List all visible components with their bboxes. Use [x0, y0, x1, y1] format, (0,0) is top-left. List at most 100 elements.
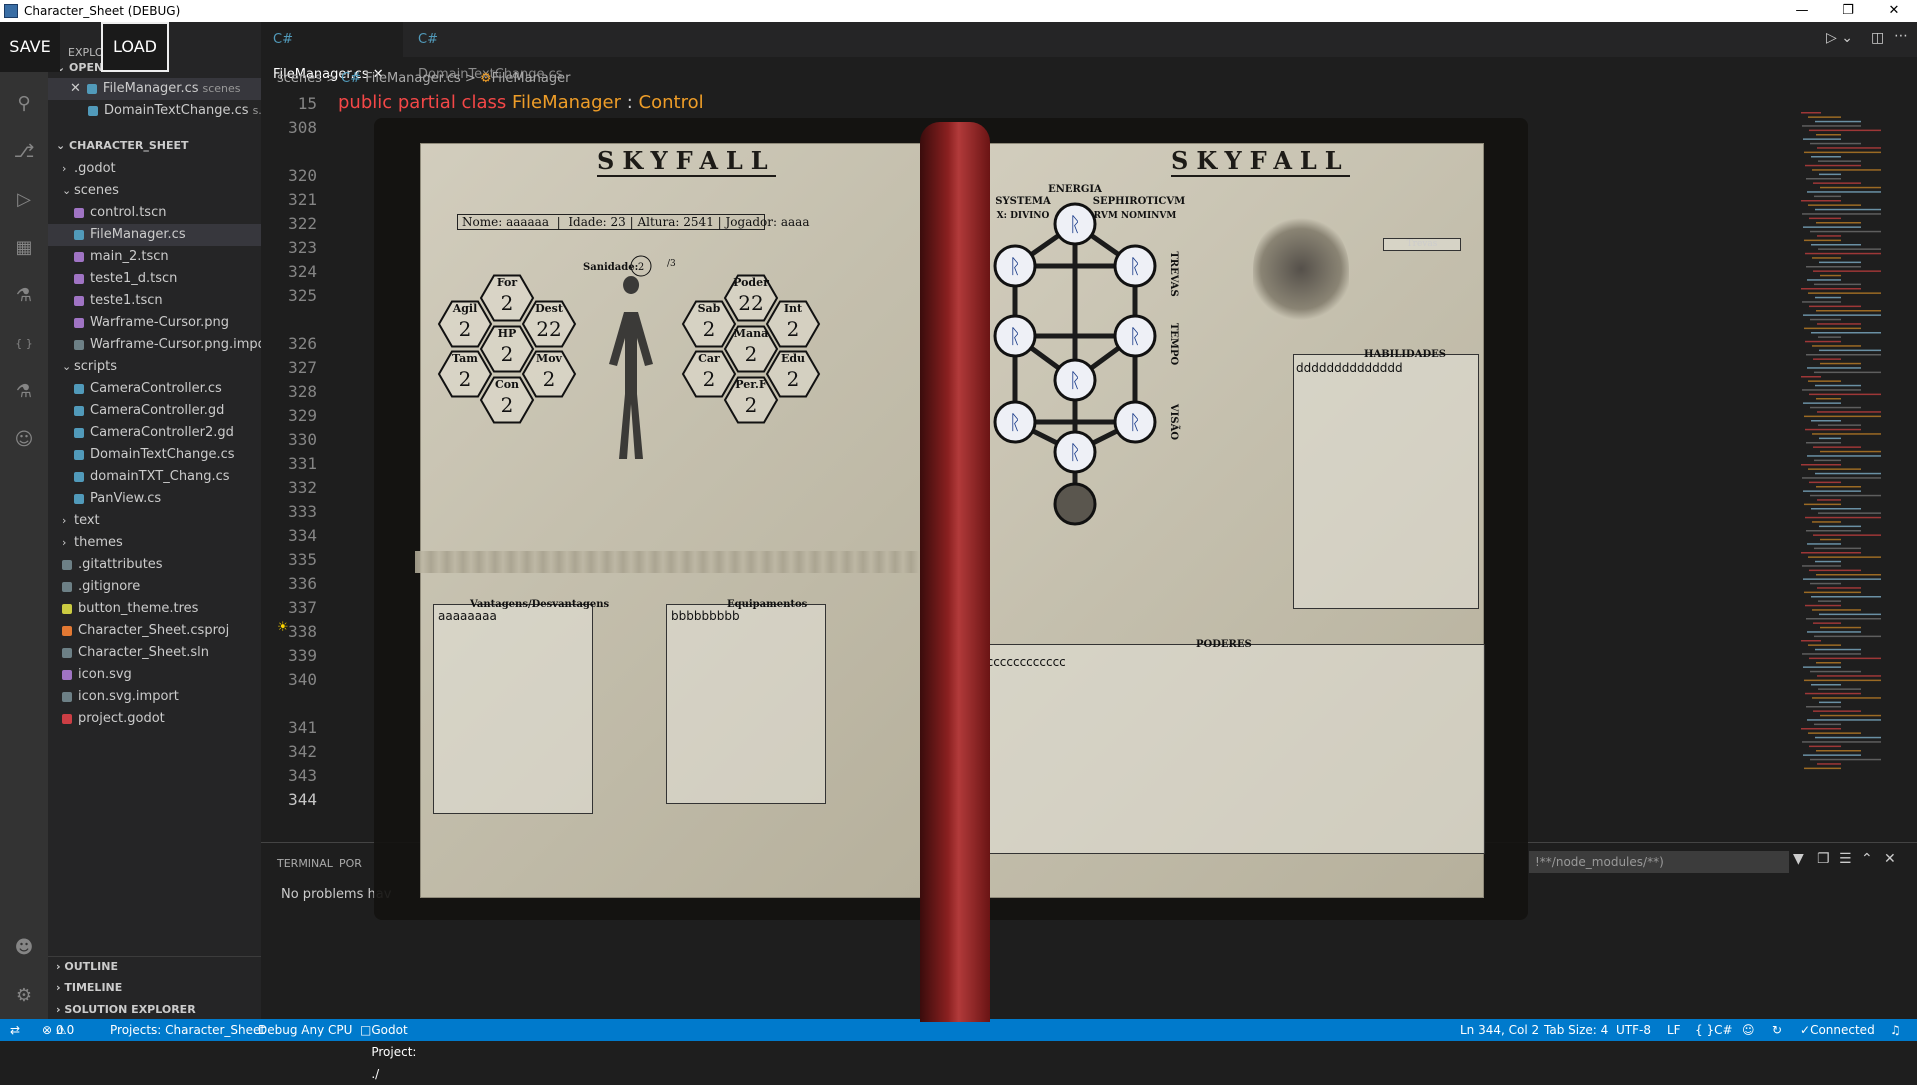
tab-filemanager[interactable]: C# FileManager.cs ✕ — [261, 22, 403, 82]
attr-mov-value[interactable]: 2 — [543, 367, 556, 391]
tree-file[interactable]: .gitignore — [48, 576, 261, 598]
remote-icon[interactable]: ⇄ — [10, 1019, 20, 1041]
tree-file[interactable]: CameraController.gd — [48, 400, 261, 422]
bell-icon[interactable]: ♫ — [1890, 1019, 1901, 1041]
tree-folder[interactable]: › .godot — [48, 158, 261, 180]
minimize-button[interactable]: — — [1779, 0, 1825, 22]
testing-icon[interactable]: ⚗ — [10, 282, 38, 310]
timeline-section[interactable]: › TIMELINE — [48, 978, 261, 998]
tree-folder[interactable]: › themes — [48, 532, 261, 554]
project-header[interactable]: ⌄ CHARACTER_SHEET — [48, 136, 261, 156]
tree-file[interactable]: Character_Sheet.csproj — [48, 620, 261, 642]
idade-field[interactable]: Idade: 23 — [568, 215, 626, 229]
debug-config-status[interactable]: Debug Any CPU — [258, 1019, 352, 1041]
tree-file[interactable]: Warframe-Cursor.png — [48, 312, 261, 334]
sanidade-value[interactable]: 2 — [638, 262, 644, 273]
source-control-icon[interactable]: ⎇ — [10, 138, 38, 166]
breadcrumb-class[interactable]: FileManager — [492, 71, 571, 86]
tree-file[interactable]: PanView.cs — [48, 488, 261, 510]
tree-file[interactable]: control.tscn — [48, 202, 261, 224]
filter-icon[interactable]: ▼ — [1793, 851, 1804, 867]
more-actions-icon[interactable]: ⋯ — [1894, 28, 1908, 44]
tree-file[interactable]: CameraController2.gd — [48, 422, 261, 444]
attr-perf-value[interactable]: 2 — [745, 393, 758, 417]
sync-status-icon[interactable]: ↻ — [1772, 1019, 1782, 1041]
split-editor-icon[interactable]: ◫ — [1871, 30, 1884, 46]
eol-status[interactable]: LF — [1667, 1019, 1681, 1041]
tree-file[interactable]: teste1.tscn — [48, 290, 261, 312]
nome-field[interactable]: Nome: aaaaaa — [462, 215, 549, 229]
run-icon[interactable]: ▷ ⌄ — [1826, 30, 1853, 46]
outline-section[interactable]: › OUTLINE — [48, 956, 261, 976]
solution-explorer-section[interactable]: › SOLUTION EXPLORER — [48, 1000, 261, 1020]
problems-status[interactable]: ⊗ 0 ⚠ 0 — [42, 1019, 74, 1041]
tab-terminal[interactable]: TERMINAL — [277, 857, 333, 870]
vantagens-box[interactable]: Vantagens/Desvantagens aaaaaaaa — [433, 599, 609, 814]
projects-status[interactable]: Projects: Character_Sheet — [110, 1019, 265, 1041]
open-editor-item[interactable]: ✕ FileManager.cs scenes — [48, 78, 261, 100]
tree-folder[interactable]: › text — [48, 510, 261, 532]
encoding-status[interactable]: UTF-8 — [1616, 1019, 1651, 1041]
tree-folder[interactable]: ⌄ scripts — [48, 356, 261, 378]
equipamentos-box[interactable]: Equipamentos bbbbbbbbb — [666, 599, 826, 804]
tree-file[interactable]: Warframe-Cursor.png.import — [48, 334, 261, 356]
breadcrumb-file[interactable]: FileManager.cs — [365, 71, 461, 86]
attr-sab-value[interactable]: 2 — [703, 317, 716, 341]
search-icon[interactable]: ⚲ — [10, 90, 38, 118]
tree-file[interactable]: FileManager.cs — [48, 224, 261, 246]
attr-dest-value[interactable]: 22 — [536, 317, 561, 341]
lightbulb-icon[interactable]: ☀ — [277, 620, 289, 635]
attr-edu-value[interactable]: 2 — [787, 367, 800, 391]
problems-filter-input[interactable]: !**/node_modules/**) — [1529, 851, 1789, 873]
copilot-status-icon[interactable]: ☺ — [1742, 1019, 1755, 1041]
trevas-field[interactable]: Trevas — [1383, 238, 1461, 251]
code-header-line[interactable]: public partial class FileManager : Contr… — [338, 92, 704, 113]
tree-file[interactable]: main_2.tscn — [48, 246, 261, 268]
chevron-up-icon[interactable]: ⌃ — [1861, 851, 1873, 867]
altura-field[interactable]: Altura: 2541 — [637, 215, 713, 229]
tree-file[interactable]: .gitattributes — [48, 554, 261, 576]
tree-file[interactable]: icon.svg — [48, 664, 261, 686]
list-icon[interactable]: ☰ — [1839, 851, 1852, 867]
jogador-field[interactable]: Jogador: aaaa — [726, 215, 810, 229]
sephira-node[interactable] — [1053, 482, 1097, 526]
save-button[interactable]: SAVE — [0, 22, 60, 72]
poderes-text[interactable]: ccccccccccccc — [980, 655, 1066, 669]
load-button[interactable]: LOAD — [101, 22, 169, 72]
minimap[interactable] — [1795, 112, 1915, 802]
tab-domaintextchange[interactable]: C# DomainTextChange.cs — [406, 22, 576, 82]
tab-ports[interactable]: POR — [339, 857, 362, 870]
account-icon[interactable]: ☻ — [10, 934, 38, 962]
vantagens-text[interactable]: aaaaaaaa — [438, 609, 497, 623]
tree-file[interactable]: button_theme.tres — [48, 598, 261, 620]
attr-tam-value[interactable]: 2 — [459, 367, 472, 391]
tab-size-status[interactable]: Tab Size: 4 — [1544, 1019, 1608, 1041]
collapse-icon[interactable]: ❐ — [1817, 851, 1830, 867]
close-icon[interactable]: ✕ — [70, 81, 81, 96]
attr-int-value[interactable]: 2 — [787, 317, 800, 341]
copilot-icon[interactable]: ☺ — [10, 426, 38, 454]
attr-hp-value[interactable]: 2 — [501, 342, 514, 366]
habilidades-box[interactable]: HABILIDADES dddddddddddddd — [1293, 349, 1479, 609]
close-button[interactable]: ✕ — [1871, 0, 1917, 22]
attr-for-value[interactable]: 2 — [501, 291, 514, 315]
attr-car-value[interactable]: 2 — [703, 367, 716, 391]
language-status[interactable]: { } C# — [1695, 1019, 1733, 1041]
attr-agil-value[interactable]: 2 — [459, 317, 472, 341]
habilidades-text[interactable]: dddddddddddddd — [1296, 361, 1403, 375]
maximize-button[interactable]: ❐ — [1825, 0, 1871, 22]
json-icon[interactable]: { } — [10, 330, 38, 358]
tree-file[interactable]: DomainTextChange.cs — [48, 444, 261, 466]
python-icon[interactable]: ⚗ — [10, 378, 38, 406]
tree-file[interactable]: Character_Sheet.sln — [48, 642, 261, 664]
attr-con-value[interactable]: 2 — [501, 393, 514, 417]
close-panel-icon[interactable]: ✕ — [1884, 851, 1896, 867]
run-debug-icon[interactable]: ▷ — [10, 186, 38, 214]
godot-project-status[interactable]: □ Godot Project: ./ — [360, 1019, 416, 1081]
tree-file[interactable]: project.godot — [48, 708, 261, 730]
poderes-box[interactable]: PODERES ccccccccccccc — [975, 639, 1485, 854]
gear-icon[interactable]: ⚙ — [10, 982, 38, 1010]
tree-folder[interactable]: ⌄ scenes — [48, 180, 261, 202]
extensions-icon[interactable]: ▦ — [10, 234, 38, 262]
attr-mana-value[interactable]: 2 — [745, 342, 758, 366]
